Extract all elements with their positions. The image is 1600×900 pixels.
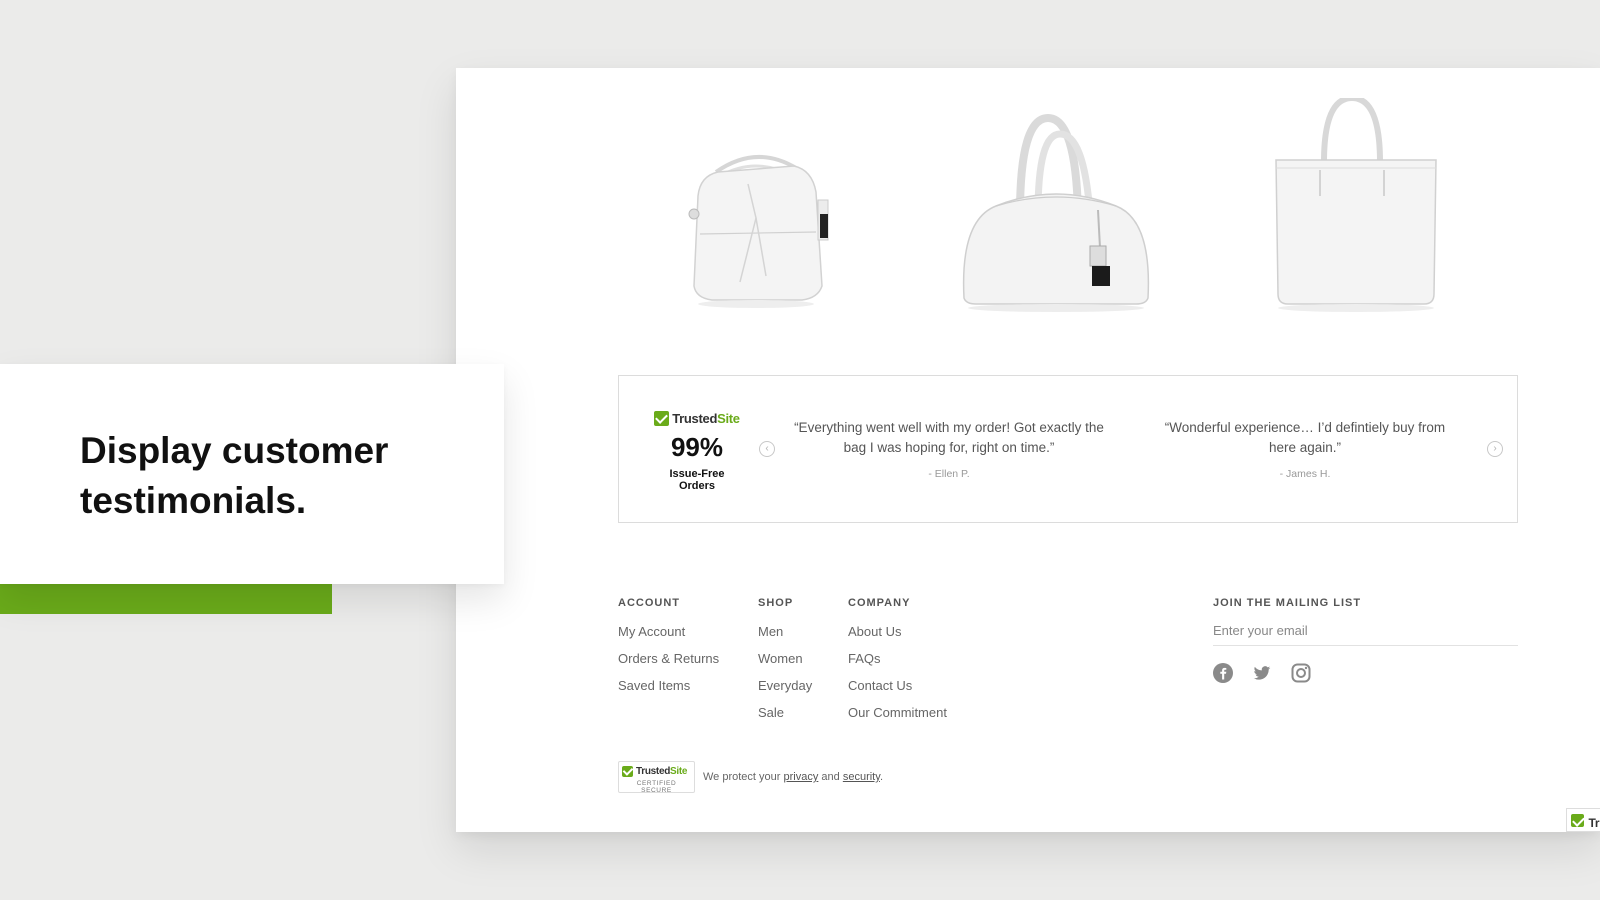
security-text-and: and [821, 771, 840, 783]
footer-account-column: ACCOUNT My Account Orders & Returns Save… [618, 597, 719, 694]
footer-link-my-account[interactable]: My Account [618, 623, 719, 640]
badge-word-trusted: Trusted [636, 765, 671, 777]
testimonial-text: “Everything went well with my order! Got… [794, 420, 1104, 455]
testimonial-author: - Ellen P. [928, 468, 970, 480]
footer-heading-mailing: JOIN THE MAILING LIST [1213, 597, 1362, 609]
product-image-tote[interactable] [1266, 94, 1446, 338]
footer-link-our-commitment[interactable]: Our Commitment [848, 704, 947, 721]
testimonial-text: “Wonderful experience… I’d defintiely bu… [1164, 420, 1446, 455]
footer-link-faqs[interactable]: FAQs [848, 650, 947, 667]
footer-link-sale[interactable]: Sale [758, 704, 812, 721]
twitter-icon[interactable] [1252, 663, 1272, 683]
testimonial-author: - James H. [1279, 468, 1331, 480]
accent-bar [0, 584, 332, 614]
footer-shop-column: SHOP Men Women Everyday Sale [758, 597, 812, 721]
checkmark-icon [1571, 814, 1584, 827]
social-links [1213, 663, 1518, 683]
instagram-icon[interactable] [1291, 663, 1311, 683]
testimonial-item: “Everything went well with my order! Got… [794, 418, 1104, 480]
trustedsite-word-trusted: Trusted [672, 410, 718, 426]
checkmark-icon [622, 765, 633, 777]
chevron-right-icon[interactable]: › [1487, 441, 1503, 457]
email-input[interactable] [1213, 619, 1518, 646]
checkmark-icon [654, 410, 670, 426]
issue-free-label: Issue-Free Orders [669, 468, 725, 492]
security-text: We protect your privacy and security. [703, 771, 883, 783]
badge-word-site: Site [670, 765, 688, 777]
footer-heading-company: COMPANY [848, 597, 911, 609]
facebook-icon[interactable] [1213, 663, 1233, 683]
privacy-link[interactable]: privacy [784, 771, 819, 783]
security-text-end: . [879, 771, 883, 783]
testimonials-widget: TrustedSite 99% Issue-Free Orders ‹ “Eve… [618, 375, 1518, 523]
mailing-list-signup: JOIN THE MAILING LIST [1213, 597, 1518, 683]
trustedsite-floating-badge[interactable]: Tru [1566, 808, 1600, 832]
chevron-left-icon[interactable]: ‹ [759, 441, 775, 457]
security-link[interactable]: security [843, 771, 880, 783]
footer-company-column: COMPANY About Us FAQs Contact Us Our Com… [848, 597, 947, 721]
security-notice: TrustedSite CERTIFIED SECURE We protect … [618, 761, 883, 794]
trustedsite-word-site: Site [717, 410, 740, 426]
trustedsite-certified-badge[interactable]: TrustedSite CERTIFIED SECURE [618, 761, 695, 794]
footer-link-women[interactable]: Women [758, 650, 812, 667]
footer-link-about-us[interactable]: About Us [848, 623, 947, 640]
product-image-hobo-bag[interactable] [656, 126, 856, 316]
trustedsite-logo: TrustedSite [651, 410, 743, 426]
testimonial-item: “Wonderful experience… I’d defintiely bu… [1150, 418, 1460, 480]
issue-free-percentage: 99% [670, 432, 724, 462]
footer-heading-shop: SHOP [758, 597, 794, 609]
trustedsite-stat-badge[interactable]: TrustedSite 99% Issue-Free Orders [651, 410, 743, 492]
footer-link-saved-items[interactable]: Saved Items [618, 677, 719, 694]
store-page-panel: TrustedSite 99% Issue-Free Orders ‹ “Eve… [456, 68, 1600, 832]
footer-heading-account: ACCOUNT [618, 597, 680, 609]
footer-link-contact-us[interactable]: Contact Us [848, 677, 947, 694]
footer-link-orders-returns[interactable]: Orders & Returns [618, 650, 719, 667]
floating-badge-label: Tru [1588, 816, 1600, 830]
security-text-lead: We protect your [703, 771, 781, 783]
footer-link-everyday[interactable]: Everyday [758, 677, 812, 694]
certified-secure-label: CERTIFIED SECURE [636, 780, 677, 794]
feature-callout-card: Display customer testimonials. [0, 364, 504, 584]
callout-heading: Display customer testimonials. [80, 430, 389, 521]
product-image-dome-satchel[interactable] [956, 98, 1156, 328]
footer-link-men[interactable]: Men [758, 623, 812, 640]
